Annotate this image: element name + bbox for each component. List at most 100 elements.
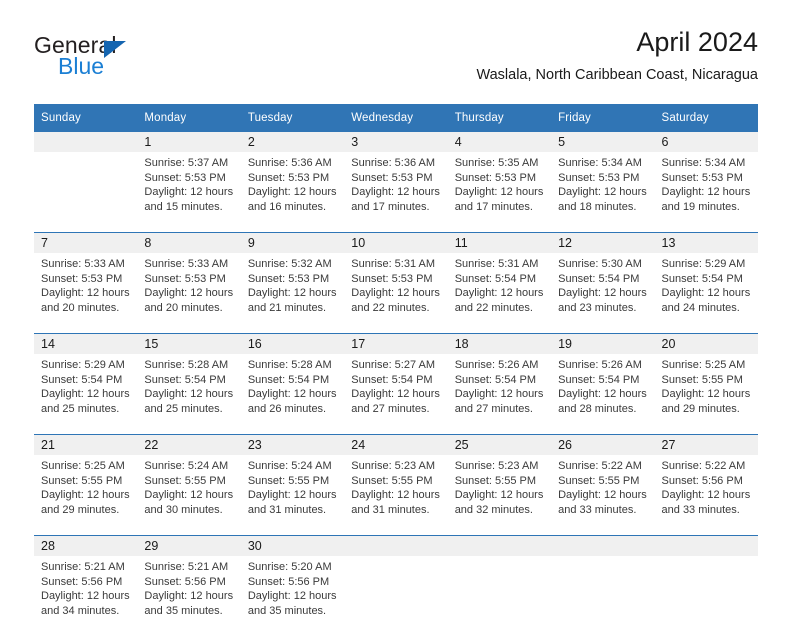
day-info-line: Sunrise: 5:34 AM [661,157,746,169]
week-detail-row: Sunrise: 5:37 AM Sunset: 5:53 PM Daylight:… [34,152,758,233]
day-cell-22[interactable]: Sunrise: 5:24 AM Sunset: 5:55 PM Daylight:… [137,455,241,536]
day-info-line: Sunset: 5:53 PM [351,272,433,285]
day-cell-1[interactable]: Sunrise: 5:37 AM Sunset: 5:53 PM Daylight:… [137,152,241,233]
brand-name-blue: Blue [58,53,105,79]
day-info-line: Sunrise: 5:31 AM [454,258,539,270]
day-number-11[interactable]: 11 [447,232,552,253]
day-cell-27[interactable]: Sunrise: 5:22 AM Sunset: 5:56 PM Daylight:… [654,455,758,536]
day-info-line: and 25 minutes. [41,402,120,415]
day-number-27[interactable]: 27 [654,434,758,455]
weekday-header-monday: Monday [137,104,241,132]
day-number-21[interactable]: 21 [34,434,138,455]
day-cell-4[interactable]: Sunrise: 5:35 AM Sunset: 5:53 PM Daylight:… [447,152,552,233]
day-cell-9[interactable]: Sunrise: 5:32 AM Sunset: 5:53 PM Daylight:… [240,253,345,334]
day-cell-10[interactable]: Sunrise: 5:31 AM Sunset: 5:53 PM Daylight:… [344,253,448,334]
day-info-line: Daylight: 12 hours [454,489,544,502]
day-number-19[interactable]: 19 [551,333,655,354]
day-number-30[interactable]: 30 [240,535,345,556]
day-info-line: Sunrise: 5:28 AM [144,359,229,371]
day-cell-6[interactable]: Sunrise: 5:34 AM Sunset: 5:53 PM Daylight:… [654,152,758,233]
day-cell-empty [447,556,552,636]
day-number-8[interactable]: 8 [137,232,241,253]
day-info-line: Daylight: 12 hours [661,388,751,401]
day-cell-5[interactable]: Sunrise: 5:34 AM Sunset: 5:53 PM Daylight:… [551,152,655,233]
day-number-4[interactable]: 4 [447,132,552,152]
day-number-13[interactable]: 13 [654,232,758,253]
day-number-12[interactable]: 12 [551,232,655,253]
day-info-line: and 29 minutes. [661,402,740,415]
day-info-line: Sunrise: 5:35 AM [454,157,539,169]
day-info-line: and 24 minutes. [661,301,740,314]
day-info-line: Sunrise: 5:36 AM [247,157,332,169]
page-header: General Blue April 2024 Waslala, North C… [34,26,758,98]
day-number-6[interactable]: 6 [654,132,758,152]
day-info-line: Daylight: 12 hours [661,186,751,199]
day-number-3[interactable]: 3 [344,132,448,152]
day-number-26[interactable]: 26 [551,434,655,455]
day-number-24[interactable]: 24 [344,434,448,455]
day-number-25[interactable]: 25 [447,434,552,455]
week-detail-row: Sunrise: 5:25 AM Sunset: 5:55 PM Daylight:… [34,455,758,536]
day-number-17[interactable]: 17 [344,333,448,354]
day-info-line: Daylight: 12 hours [247,287,337,300]
day-info-line: Daylight: 12 hours [144,388,234,401]
day-info-line: Daylight: 12 hours [558,388,647,401]
day-info-line: Sunset: 5:54 PM [558,373,640,386]
day-cell-11[interactable]: Sunrise: 5:31 AM Sunset: 5:54 PM Daylight:… [447,253,552,334]
day-cell-3[interactable]: Sunrise: 5:36 AM Sunset: 5:53 PM Daylight:… [344,152,448,233]
day-number-9[interactable]: 9 [240,232,345,253]
week-detail-row: Sunrise: 5:21 AM Sunset: 5:56 PM Daylight:… [34,556,758,636]
day-cell-21[interactable]: Sunrise: 5:25 AM Sunset: 5:55 PM Daylight:… [34,455,138,536]
day-info-line: Sunrise: 5:22 AM [558,460,642,472]
day-cell-23[interactable]: Sunrise: 5:24 AM Sunset: 5:55 PM Daylight:… [240,455,345,536]
day-cell-17[interactable]: Sunrise: 5:27 AM Sunset: 5:54 PM Daylight:… [344,354,448,435]
day-number-16[interactable]: 16 [240,333,345,354]
day-cell-12[interactable]: Sunrise: 5:30 AM Sunset: 5:54 PM Daylight:… [551,253,655,334]
day-cell-25[interactable]: Sunrise: 5:23 AM Sunset: 5:55 PM Daylight:… [447,455,552,536]
day-cell-26[interactable]: Sunrise: 5:22 AM Sunset: 5:55 PM Daylight:… [551,455,655,536]
day-cell-15[interactable]: Sunrise: 5:28 AM Sunset: 5:54 PM Daylight:… [137,354,241,435]
day-number-2[interactable]: 2 [240,132,345,152]
day-info-line: Sunrise: 5:26 AM [558,359,642,371]
day-cell-30[interactable]: Sunrise: 5:20 AM Sunset: 5:56 PM Daylight:… [240,556,345,636]
day-info-line: Daylight: 12 hours [558,186,647,199]
day-info-line: and 22 minutes. [454,301,533,314]
day-number-empty [447,535,552,556]
day-info-line: and 21 minutes. [247,301,327,314]
day-number-23[interactable]: 23 [240,434,345,455]
day-cell-19[interactable]: Sunrise: 5:26 AM Sunset: 5:54 PM Daylight:… [551,354,655,435]
day-info-line: Sunset: 5:53 PM [454,171,537,184]
day-info-line: Daylight: 12 hours [247,186,337,199]
day-info-line: and 25 minutes. [144,402,223,415]
day-cell-29[interactable]: Sunrise: 5:21 AM Sunset: 5:56 PM Daylight:… [137,556,241,636]
day-number-5[interactable]: 5 [551,132,655,152]
brand-logo[interactable]: General Blue [34,32,234,88]
day-number-20[interactable]: 20 [654,333,758,354]
day-cell-20[interactable]: Sunrise: 5:25 AM Sunset: 5:55 PM Daylight:… [654,354,758,435]
day-cell-13[interactable]: Sunrise: 5:29 AM Sunset: 5:54 PM Daylight:… [654,253,758,334]
day-info-line: Sunset: 5:53 PM [351,171,433,184]
day-cell-2[interactable]: Sunrise: 5:36 AM Sunset: 5:53 PM Daylight:… [240,152,345,233]
day-number-7[interactable]: 7 [34,232,138,253]
day-info-line: Daylight: 12 hours [41,590,130,603]
day-number-22[interactable]: 22 [137,434,241,455]
day-number-14[interactable]: 14 [34,333,138,354]
day-info-line: Daylight: 12 hours [351,388,440,401]
day-cell-7[interactable]: Sunrise: 5:33 AM Sunset: 5:53 PM Daylight:… [34,253,138,334]
day-number-15[interactable]: 15 [137,333,241,354]
day-cell-28[interactable]: Sunrise: 5:21 AM Sunset: 5:56 PM Daylight:… [34,556,138,636]
day-cell-8[interactable]: Sunrise: 5:33 AM Sunset: 5:53 PM Daylight:… [137,253,241,334]
day-number-28[interactable]: 28 [34,535,138,556]
day-info-line: Sunrise: 5:28 AM [247,359,332,371]
day-cell-14[interactable]: Sunrise: 5:29 AM Sunset: 5:54 PM Daylight:… [34,354,138,435]
day-number-1[interactable]: 1 [137,132,241,152]
day-number-29[interactable]: 29 [137,535,241,556]
weekday-header-thursday: Thursday [447,104,552,132]
day-number-18[interactable]: 18 [447,333,552,354]
day-info-line: Daylight: 12 hours [144,489,234,502]
day-cell-16[interactable]: Sunrise: 5:28 AM Sunset: 5:54 PM Daylight:… [240,354,345,435]
day-number-10[interactable]: 10 [344,232,448,253]
day-info-line: Daylight: 12 hours [454,287,544,300]
day-cell-18[interactable]: Sunrise: 5:26 AM Sunset: 5:54 PM Daylight:… [447,354,552,435]
day-cell-24[interactable]: Sunrise: 5:23 AM Sunset: 5:55 PM Daylight:… [344,455,448,536]
